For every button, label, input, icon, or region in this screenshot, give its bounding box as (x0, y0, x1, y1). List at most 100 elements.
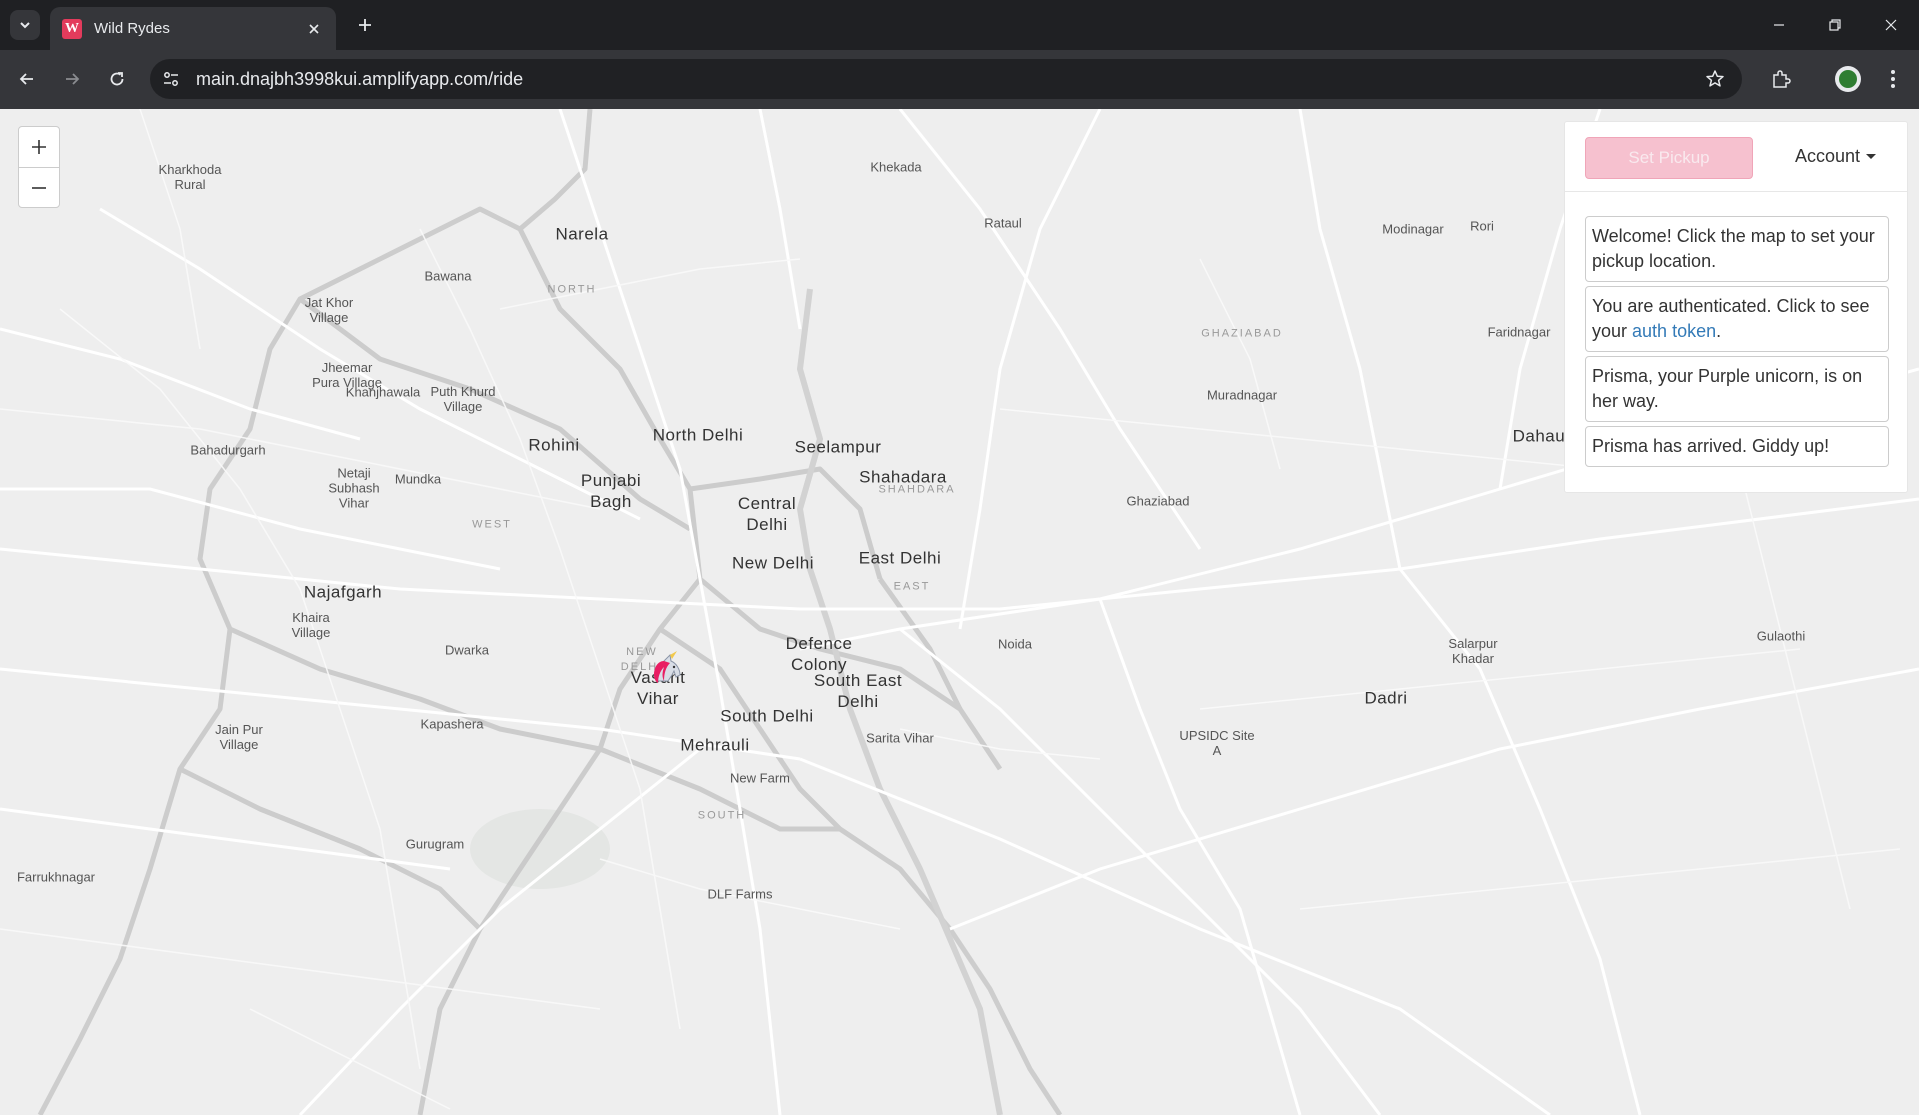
message-welcome: Welcome! Click the map to set your picku… (1585, 216, 1889, 282)
district-label: SOUTH (697, 809, 747, 822)
place-label: New Farm (730, 770, 790, 786)
account-label: Account (1795, 146, 1861, 166)
unicorn-marker-icon[interactable] (650, 651, 686, 685)
close-icon (1885, 19, 1897, 31)
place-label: Muradnagar (1206, 387, 1278, 403)
place-label: New Delhi (732, 553, 814, 573)
account-dropdown[interactable]: Account (1795, 146, 1877, 167)
set-pickup-button[interactable]: Set Pickup (1585, 137, 1753, 179)
avatar (1835, 66, 1861, 92)
place-label: Najafgarh (303, 582, 383, 602)
place-label: Faridnagar (1487, 324, 1551, 340)
panel-header: Set Pickup Account (1565, 122, 1907, 192)
place-label: Kapashera (420, 716, 484, 732)
auth-message-suffix: . (1716, 321, 1722, 341)
district-label: EAST (893, 580, 931, 593)
place-label: DLF Farms (707, 886, 773, 902)
place-label: Noida (998, 636, 1032, 652)
reload-icon (110, 72, 124, 86)
place-label: Rataul (984, 215, 1022, 231)
place-label: Bawana (424, 268, 472, 284)
place-label: Mehrauli (680, 735, 750, 755)
close-icon (309, 23, 319, 34)
message-list: Welcome! Click the map to set your picku… (1565, 192, 1907, 467)
place-label: UPSIDC Site A (1179, 728, 1255, 758)
place-label: Farrukhnagar (16, 869, 96, 885)
minimize-icon (1774, 24, 1784, 26)
place-label: Puth Khurd Village (430, 384, 496, 414)
minus-icon (32, 186, 46, 189)
close-window-button[interactable] (1863, 0, 1919, 50)
district-label: GHAZIABAD (1201, 327, 1283, 340)
chevron-down-icon (20, 22, 30, 29)
tab-title: Wild Rydes (94, 20, 170, 37)
place-label: Gulaothi (1756, 628, 1806, 644)
tab-search-button[interactable] (10, 10, 40, 40)
minimize-button[interactable] (1751, 0, 1807, 50)
place-label: South Delhi (720, 706, 814, 726)
site-info-button[interactable] (154, 62, 188, 96)
new-tab-button[interactable] (352, 12, 378, 38)
place-label: Bahadurgarh (190, 442, 266, 458)
place-label: Kharkhoda Rural (158, 162, 222, 192)
place-label: Netaji Subhash Vihar (328, 465, 380, 511)
place-label: Mundka (394, 471, 442, 487)
place-label: Ghaziabad (1126, 493, 1190, 509)
back-button[interactable] (12, 64, 42, 94)
place-label: Narela (555, 224, 609, 244)
puzzle-icon (1773, 70, 1791, 88)
message-on-way: Prisma, your Purple unicorn, is on her w… (1585, 356, 1889, 422)
browser-menu-button[interactable] (1876, 62, 1910, 96)
place-label: Khekada (870, 159, 922, 175)
bookmark-button[interactable] (1698, 62, 1732, 96)
place-label: Gurugram (405, 836, 465, 852)
ride-panel: Set Pickup Account Welcome! Click the ma… (1564, 121, 1908, 493)
tab-close-button[interactable] (304, 19, 324, 39)
place-label: North Delhi (652, 425, 744, 445)
message-arrived: Prisma has arrived. Giddy up! (1585, 426, 1889, 467)
plus-icon (32, 140, 46, 154)
place-label: Jat Khor Village (304, 295, 354, 325)
place-label: Central Delhi (737, 494, 797, 534)
star-icon (1706, 70, 1724, 87)
auth-token-link[interactable]: auth token (1632, 321, 1716, 341)
zoom-out-button[interactable] (19, 167, 59, 207)
place-label: Dwarka (444, 642, 490, 658)
window-controls (1751, 0, 1919, 50)
district-label: NORTH (547, 283, 597, 296)
place-label: Khaira Village (291, 610, 331, 640)
browser-tab[interactable]: W Wild Rydes (50, 7, 336, 50)
address-bar[interactable]: main.dnajbh3998kui.amplifyapp.com/ride (150, 59, 1742, 99)
district-label: WEST (472, 518, 512, 531)
district-label: SHAHDARA (878, 483, 956, 496)
place-label: South East Delhi (813, 671, 903, 711)
tune-icon (164, 72, 178, 86)
more-vert-icon (1891, 70, 1895, 88)
place-label: Punjabi Bagh (580, 471, 642, 511)
place-label: Dadri (1364, 688, 1408, 708)
restore-button[interactable] (1807, 0, 1863, 50)
place-label: Salarpur Khadar (1448, 636, 1498, 666)
forward-button[interactable] (57, 64, 87, 94)
profile-button[interactable] (1831, 62, 1865, 96)
place-label: Modinagar (1382, 221, 1444, 237)
reload-button[interactable] (102, 64, 132, 94)
url-text[interactable]: main.dnajbh3998kui.amplifyapp.com/ride (196, 69, 1698, 90)
browser-tab-bar: W Wild Rydes (0, 0, 1919, 50)
extensions-button[interactable] (1764, 62, 1798, 96)
place-label: Sarita Vihar (866, 730, 934, 746)
zoom-control (18, 126, 60, 208)
place-label: Jain Pur Village (215, 722, 263, 752)
plus-icon (359, 19, 371, 31)
arrow-right-icon (66, 73, 80, 85)
zoom-in-button[interactable] (19, 127, 59, 167)
place-label: Rori (1470, 218, 1494, 234)
place-label: Seelampur (794, 437, 882, 457)
wild-rydes-favicon-icon: W (62, 18, 82, 39)
restore-icon (1829, 19, 1841, 31)
place-label: East Delhi (858, 548, 942, 568)
place-label: Defence Colony (785, 634, 853, 674)
place-label: Rohini (528, 435, 580, 455)
browser-toolbar: main.dnajbh3998kui.amplifyapp.com/ride (0, 50, 1919, 109)
message-authenticated: You are authenticated. Click to see your… (1585, 286, 1889, 352)
